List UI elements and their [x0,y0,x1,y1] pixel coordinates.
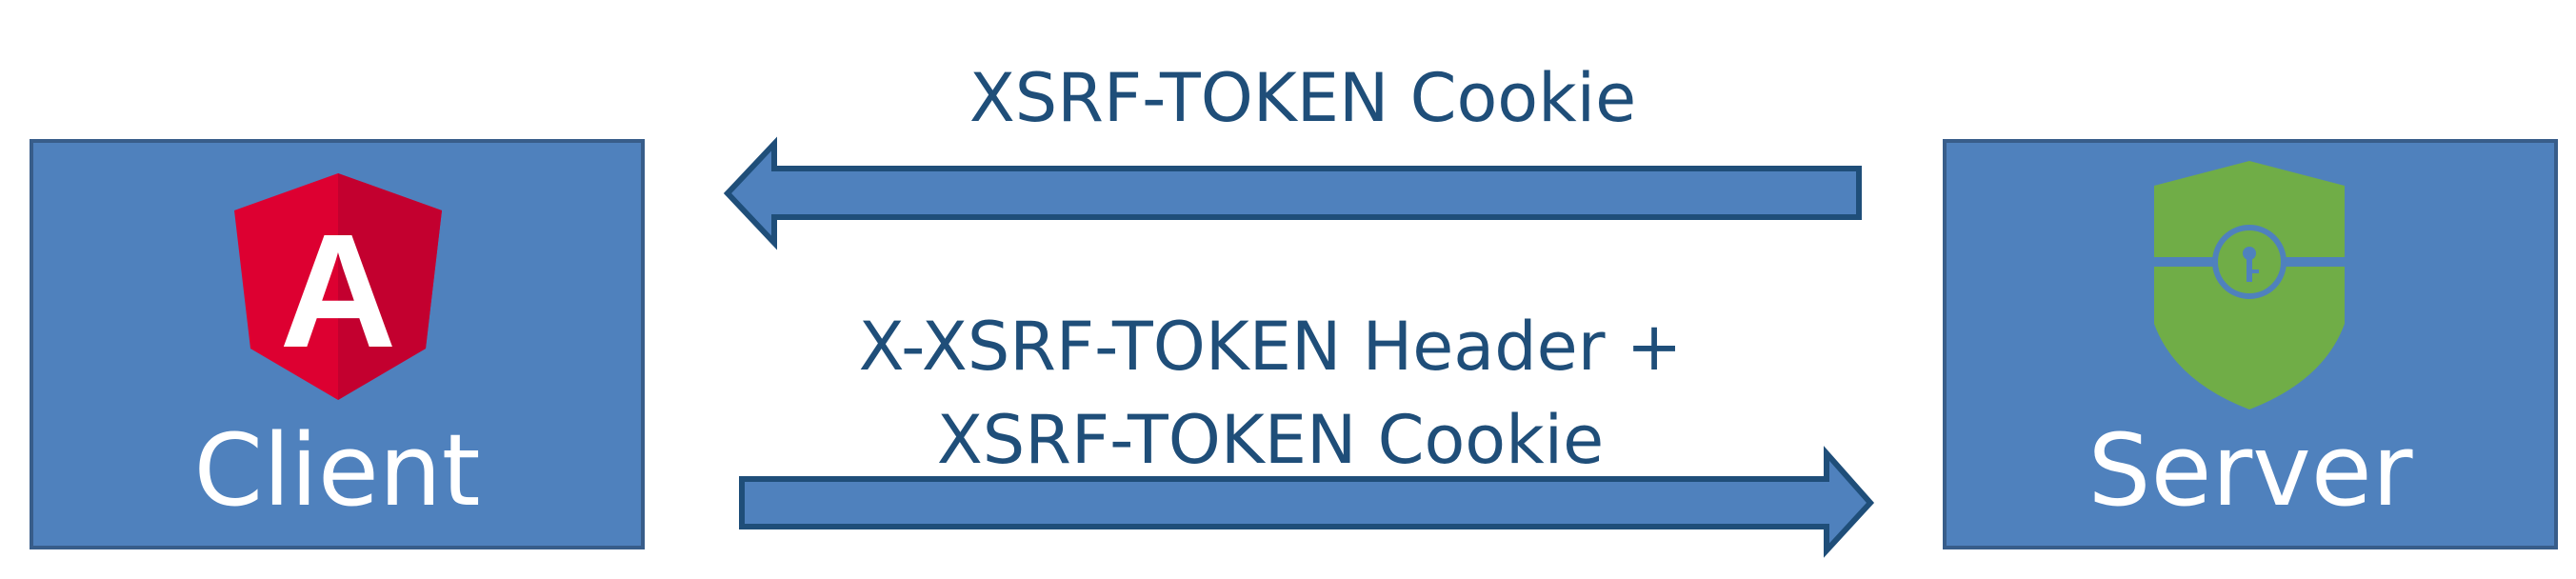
arrow-to-server: X-XSRF-TOKEN Header + XSRF-TOKEN Cookie [739,308,1875,558]
angular-logo-letter: A [280,201,397,382]
server-node: Server [1943,139,2558,549]
arrow-to-server-label-line1: X-XSRF-TOKEN Header + [859,308,1683,386]
arrow-to-client: XSRF-TOKEN Cookie [723,59,1862,250]
arrow-to-client-label: XSRF-TOKEN Cookie [969,59,1636,137]
client-label: Client [193,412,480,529]
arrow-to-server-label-line2: XSRF-TOKEN Cookie [937,401,1604,479]
server-label: Server [2087,412,2412,529]
csrf-flow-diagram: A Client Server XSRF-TOKEN Cookie X-XSRF… [30,59,2558,558]
left-arrow [723,136,1862,250]
client-node: A Client [30,139,645,549]
